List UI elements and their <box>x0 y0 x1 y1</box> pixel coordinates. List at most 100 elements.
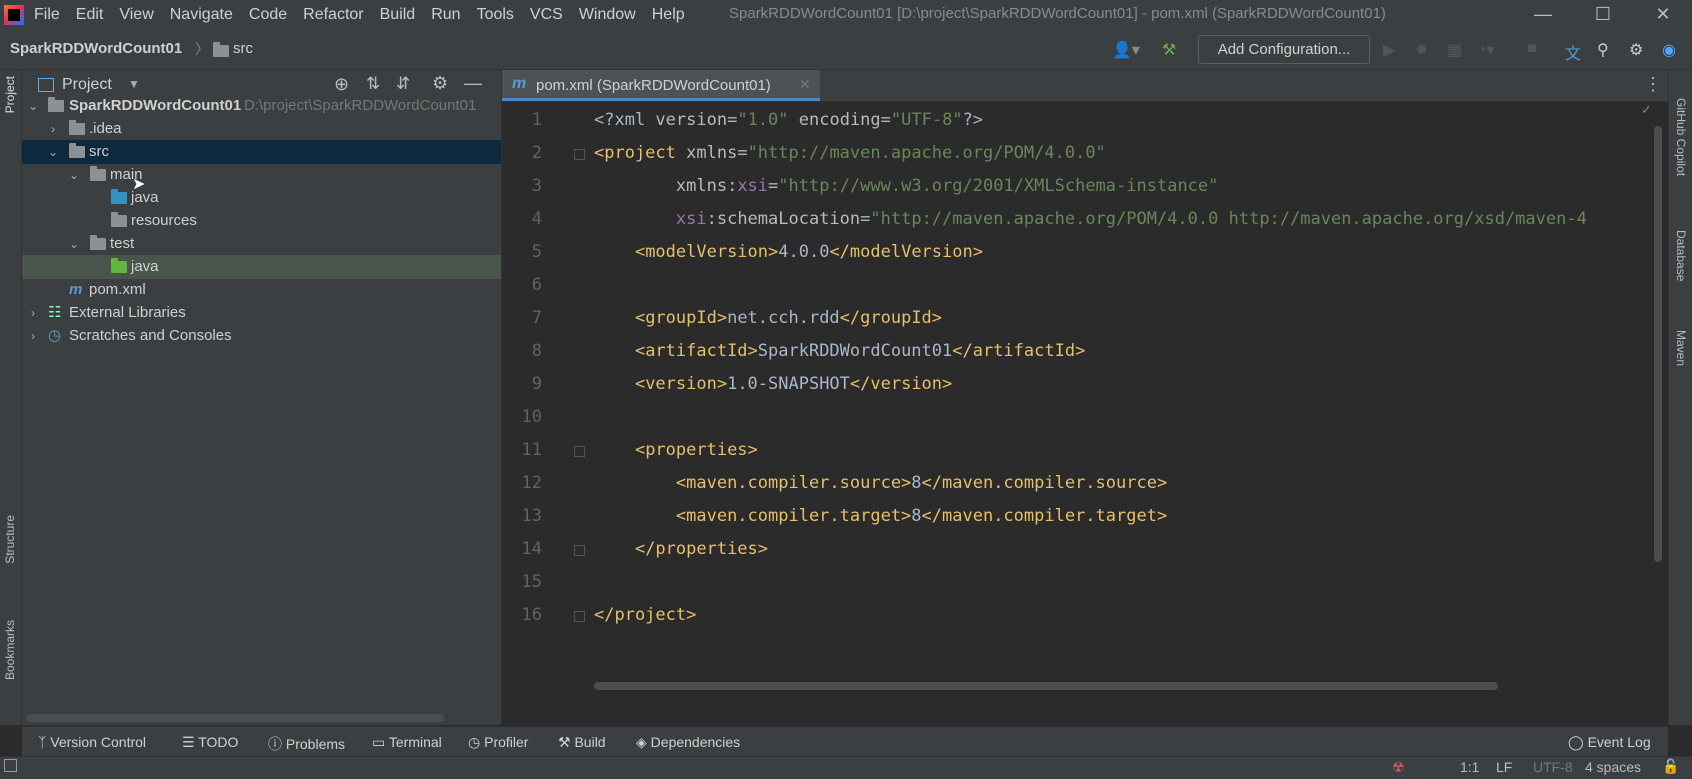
intellij-logo-icon[interactable] <box>4 4 24 25</box>
menu-code[interactable]: Code <box>249 6 287 24</box>
run-icon[interactable]: ▶ <box>1383 40 1395 60</box>
dependencies-tab[interactable]: ◈ Dependencies <box>636 734 740 751</box>
event-log-tab[interactable]: ◯ Event Log <box>1568 734 1651 751</box>
todo-tab[interactable]: ☰ TODO <box>182 734 238 751</box>
debug-icon[interactable]: ✸ <box>1415 40 1428 60</box>
code-editor[interactable]: 1 2 3 4 5 6 7 8 9 10 11 12 13 14 15 16 <… <box>502 102 1668 725</box>
tree-item-project-root[interactable]: ⌄ SparkRDDWordCount01 D:\project\SparkRD… <box>22 94 501 118</box>
menu-vcs[interactable]: VCS <box>530 6 563 24</box>
problems-tab[interactable]: ⓘ Problems <box>268 734 345 754</box>
menu-refactor[interactable]: Refactor <box>303 6 363 24</box>
breadcrumb-src[interactable]: src <box>233 40 253 57</box>
tree-item-pom[interactable]: m pom.xml <box>22 278 501 302</box>
breadcrumb-project[interactable]: SparkRDDWordCount01 <box>10 40 182 57</box>
search-icon[interactable]: ⚲ <box>1597 40 1609 60</box>
stop-icon[interactable]: ■ <box>1527 40 1537 58</box>
settings-gear-icon[interactable]: ⚙ <box>432 73 448 94</box>
hide-panel-icon[interactable]: — <box>464 73 482 94</box>
no-problems-check-icon[interactable]: ✓ <box>1642 102 1650 118</box>
toggle-tool-windows-icon[interactable] <box>4 759 17 772</box>
tree-item-src[interactable]: ⌄ src <box>22 140 501 164</box>
code-line[interactable]: <properties> <box>594 440 758 460</box>
tab-pom-xml[interactable]: m pom.xml (SparkRDDWordCount01) ✕ <box>502 70 820 101</box>
expand-all-icon[interactable]: ⇅ <box>366 74 380 94</box>
vertical-scrollbar[interactable] <box>1654 126 1662 562</box>
caret-position[interactable]: 1:1 <box>1460 759 1479 775</box>
indent-setting[interactable]: 4 spaces <box>1585 759 1641 775</box>
profile-icon[interactable]: ◔▾ <box>1477 40 1495 60</box>
lock-icon[interactable]: 🔓 <box>1662 758 1679 775</box>
file-encoding[interactable]: UTF-8 <box>1533 759 1573 775</box>
profiler-tab[interactable]: ◷ Profiler <box>468 734 528 751</box>
build-tab[interactable]: ⚒ Build <box>558 734 606 751</box>
tree-item-idea[interactable]: › .idea <box>22 117 501 141</box>
more-options-icon[interactable]: ⋮ <box>1644 74 1662 95</box>
database-tool-button[interactable]: Database <box>1674 230 1688 281</box>
tree-item-resources[interactable]: resources <box>22 209 501 233</box>
copilot-tool-button[interactable]: GitHub Copilot <box>1674 98 1688 176</box>
structure-tool-button[interactable]: Structure <box>3 515 17 564</box>
code-line[interactable]: xmlns:xsi="http://www.w3.org/2001/XMLSch… <box>594 176 1219 196</box>
settings-gear-icon[interactable]: ⚙ <box>1629 40 1643 60</box>
menu-navigate[interactable]: Navigate <box>170 6 233 24</box>
fold-marker-icon[interactable] <box>574 611 585 622</box>
chevron-down-icon[interactable]: ▼ <box>128 77 140 91</box>
fold-marker-icon[interactable] <box>574 545 585 556</box>
maximize-icon[interactable]: ☐ <box>1580 0 1626 29</box>
tree-item-scratches[interactable]: › ◷ Scratches and Consoles <box>22 324 501 348</box>
add-configuration-button[interactable]: Add Configuration... <box>1198 35 1370 64</box>
code-line[interactable]: <modelVersion>4.0.0</modelVersion> <box>594 242 983 262</box>
translate-icon[interactable]: 文 <box>1565 40 1581 64</box>
code-line[interactable]: <groupId>net.cch.rdd</groupId> <box>594 308 942 328</box>
tree-item-test[interactable]: ⌄ test <box>22 232 501 256</box>
code-line[interactable]: </properties> <box>594 539 768 559</box>
chevron-down-icon[interactable]: ⌄ <box>67 163 81 187</box>
menu-build[interactable]: Build <box>380 6 416 24</box>
code-line[interactable]: <artifactId>SparkRDDWordCount01</artifac… <box>594 341 1085 361</box>
tree-item-main-java[interactable]: java <box>22 186 501 210</box>
fold-marker-icon[interactable] <box>574 149 585 160</box>
terminal-tab[interactable]: ▭ Terminal <box>372 734 442 751</box>
bookmarks-tool-button[interactable]: Bookmarks <box>3 620 17 680</box>
horizontal-scrollbar[interactable] <box>26 714 444 722</box>
version-control-tab[interactable]: ᛉ Version Control <box>38 734 146 750</box>
code-line[interactable]: </project> <box>594 605 696 625</box>
chevron-right-icon[interactable]: › <box>26 301 40 325</box>
code-line[interactable]: <?xml version="1.0" encoding="UTF-8"?> <box>594 110 983 130</box>
code-line[interactable]: <maven.compiler.source>8</maven.compiler… <box>594 473 1167 493</box>
menu-help[interactable]: Help <box>652 6 685 24</box>
chevron-down-icon[interactable]: ⌄ <box>46 140 60 164</box>
minimize-icon[interactable]: — <box>1520 0 1566 29</box>
line-separator[interactable]: LF <box>1496 759 1512 775</box>
build-hammer-icon[interactable]: ⚒ <box>1162 40 1176 60</box>
tree-item-main[interactable]: ⌄ main <box>22 163 501 187</box>
menu-view[interactable]: View <box>119 6 153 24</box>
code-line[interactable]: <project xmlns="http://maven.apache.org/… <box>594 143 1106 163</box>
tree-item-external-libraries[interactable]: › ☷ External Libraries <box>22 301 501 325</box>
ide-error-icon[interactable]: ☢ <box>1392 759 1405 776</box>
menu-tools[interactable]: Tools <box>477 6 514 24</box>
close-icon[interactable]: ✕ <box>1640 0 1686 29</box>
fold-marker-icon[interactable] <box>574 446 585 457</box>
project-tool-button[interactable]: Project <box>3 76 17 113</box>
code-line[interactable]: xsi:schemaLocation="http://maven.apache.… <box>594 209 1587 229</box>
plugin-icon[interactable]: ◉ <box>1662 40 1676 60</box>
code-line[interactable]: <version>1.0-SNAPSHOT</version> <box>594 374 952 394</box>
horizontal-scrollbar[interactable] <box>594 682 1498 690</box>
collapse-all-icon[interactable]: ⇵ <box>396 74 410 94</box>
chevron-right-icon[interactable]: › <box>26 324 40 348</box>
coverage-icon[interactable]: ▦ <box>1447 40 1462 60</box>
menu-file[interactable]: File <box>34 6 60 24</box>
menu-window[interactable]: Window <box>579 6 636 24</box>
project-view-selector[interactable]: Project <box>62 76 112 94</box>
user-icon[interactable]: 👤▾ <box>1112 40 1140 60</box>
locate-target-icon[interactable]: ⊕ <box>334 74 349 95</box>
close-tab-icon[interactable]: ✕ <box>799 76 811 93</box>
tree-item-test-java[interactable]: java <box>22 255 501 279</box>
menu-run[interactable]: Run <box>431 6 460 24</box>
code-line[interactable]: <maven.compiler.target>8</maven.compiler… <box>594 506 1167 526</box>
menu-edit[interactable]: Edit <box>76 6 104 24</box>
chevron-down-icon[interactable]: ⌄ <box>67 232 81 256</box>
chevron-down-icon[interactable]: ⌄ <box>26 94 40 118</box>
chevron-right-icon[interactable]: › <box>46 117 60 141</box>
